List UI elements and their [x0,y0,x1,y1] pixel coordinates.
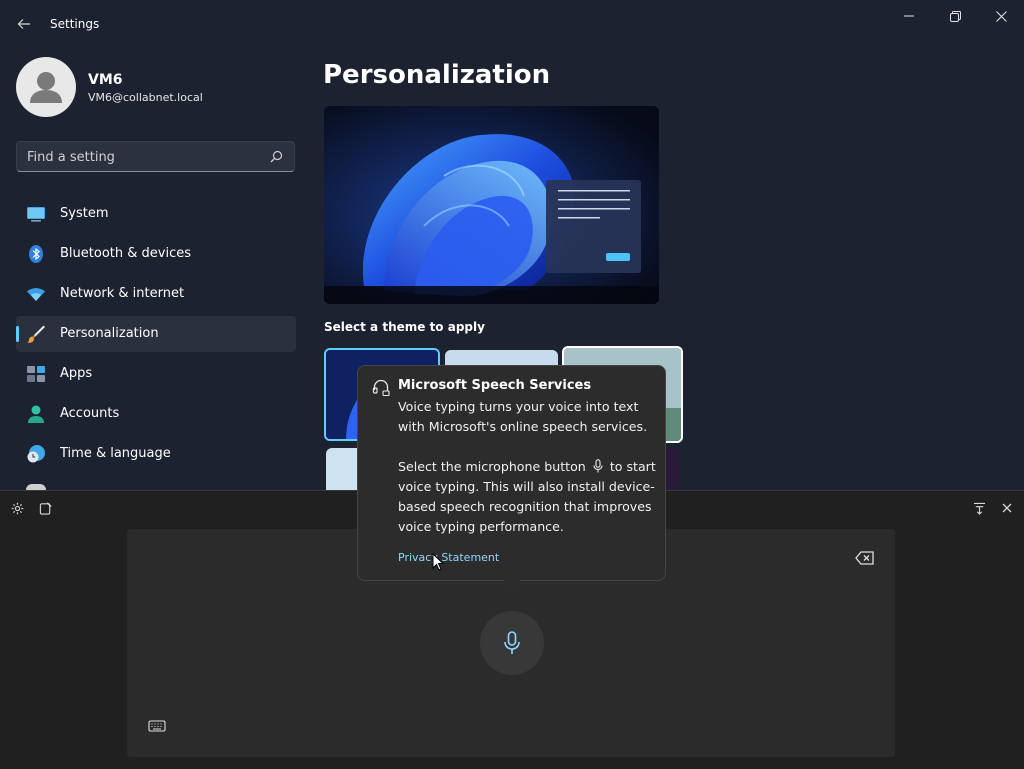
theme-preview [324,106,659,304]
tooltip-text: voice typing. This will also install dev… [398,479,655,494]
system-icon [27,207,45,222]
tooltip-text: to start [609,459,656,474]
sidebar-item-time-language[interactable]: Time & language [16,436,296,472]
wallpaper-bloom-image [324,106,659,304]
search-placeholder: Find a setting [27,150,115,165]
theme-section-label: Select a theme to apply [324,320,485,334]
tooltip-text: with Microsoft's online speech services. [398,419,648,434]
sidebar-item-label: Time & language [60,446,171,461]
minimize-button[interactable] [886,0,932,32]
voice-close-button[interactable] [998,499,1016,517]
microphone-icon [504,631,520,654]
clipboard-icon [39,501,52,515]
tooltip-text: Voice typing turns your voice into text [398,399,639,414]
sidebar-item-personalization[interactable]: Personalization [16,316,296,352]
tooltip-text: Select the microphone button [398,459,586,474]
voice-settings-button[interactable] [8,499,26,517]
headset-icon [372,379,390,396]
apps-icon [27,366,45,382]
voice-dock-button[interactable] [970,499,988,517]
keyboard-button[interactable] [148,718,168,734]
tooltip-text-line: Select the microphone button to start [398,457,656,477]
search-input[interactable]: Find a setting [16,141,295,172]
microphone-button[interactable] [480,611,544,675]
sidebar-item-system[interactable]: System [16,196,296,232]
sidebar-item-label: Bluetooth & devices [60,246,191,261]
bluetooth-icon [29,245,43,263]
arrow-left-icon [17,19,30,29]
sidebar-item-bluetooth[interactable]: Bluetooth & devices [16,236,296,272]
page-title: Personalization [323,60,551,90]
back-button[interactable] [10,10,38,38]
close-icon [1002,503,1012,513]
title-bar: Settings [0,0,1024,48]
person-icon [30,72,62,103]
minimize-icon [904,15,914,17]
mouse-cursor-icon [432,553,444,571]
close-button[interactable] [978,0,1024,32]
speech-services-tooltip: Microsoft Speech Services Voice typing t… [357,365,666,581]
sidebar-item-label: Network & internet [60,286,185,301]
dock-icon [973,502,985,515]
sidebar-item-accounts[interactable]: Accounts [16,396,296,432]
accounts-icon [28,405,44,423]
sidebar-item-label: System [60,206,109,221]
tooltip-tail [504,580,520,588]
tooltip-title: Microsoft Speech Services [398,378,592,393]
restore-icon [949,10,961,22]
clock-globe-icon [27,445,45,463]
sidebar-item-network[interactable]: Network & internet [16,276,296,312]
keyboard-icon [148,720,166,732]
sidebar-item-label: Apps [60,366,93,381]
backspace-icon [855,551,874,565]
user-email: VM6@collabnet.local [88,91,203,104]
voice-pin-button[interactable] [36,499,54,517]
tooltip-text: voice typing performance. [398,519,564,534]
brush-icon [27,325,45,343]
sidebar-item-label: Personalization [60,326,159,341]
user-name: VM6 [88,72,123,88]
tooltip-text: based speech recognition that improves [398,499,652,514]
close-icon [995,10,1007,22]
sidebar-item-apps[interactable]: Apps [16,356,296,392]
gear-icon [11,502,23,514]
backspace-button[interactable] [855,550,877,568]
restore-button[interactable] [932,0,978,32]
selection-indicator [16,326,19,342]
avatar[interactable] [16,57,76,117]
search-icon [270,150,283,163]
wifi-icon [27,288,45,301]
app-title: Settings [50,17,100,31]
privacy-statement-link[interactable]: Privacy Statement [398,551,499,564]
microphone-icon [593,459,603,473]
sidebar-item-label: Accounts [60,406,120,421]
